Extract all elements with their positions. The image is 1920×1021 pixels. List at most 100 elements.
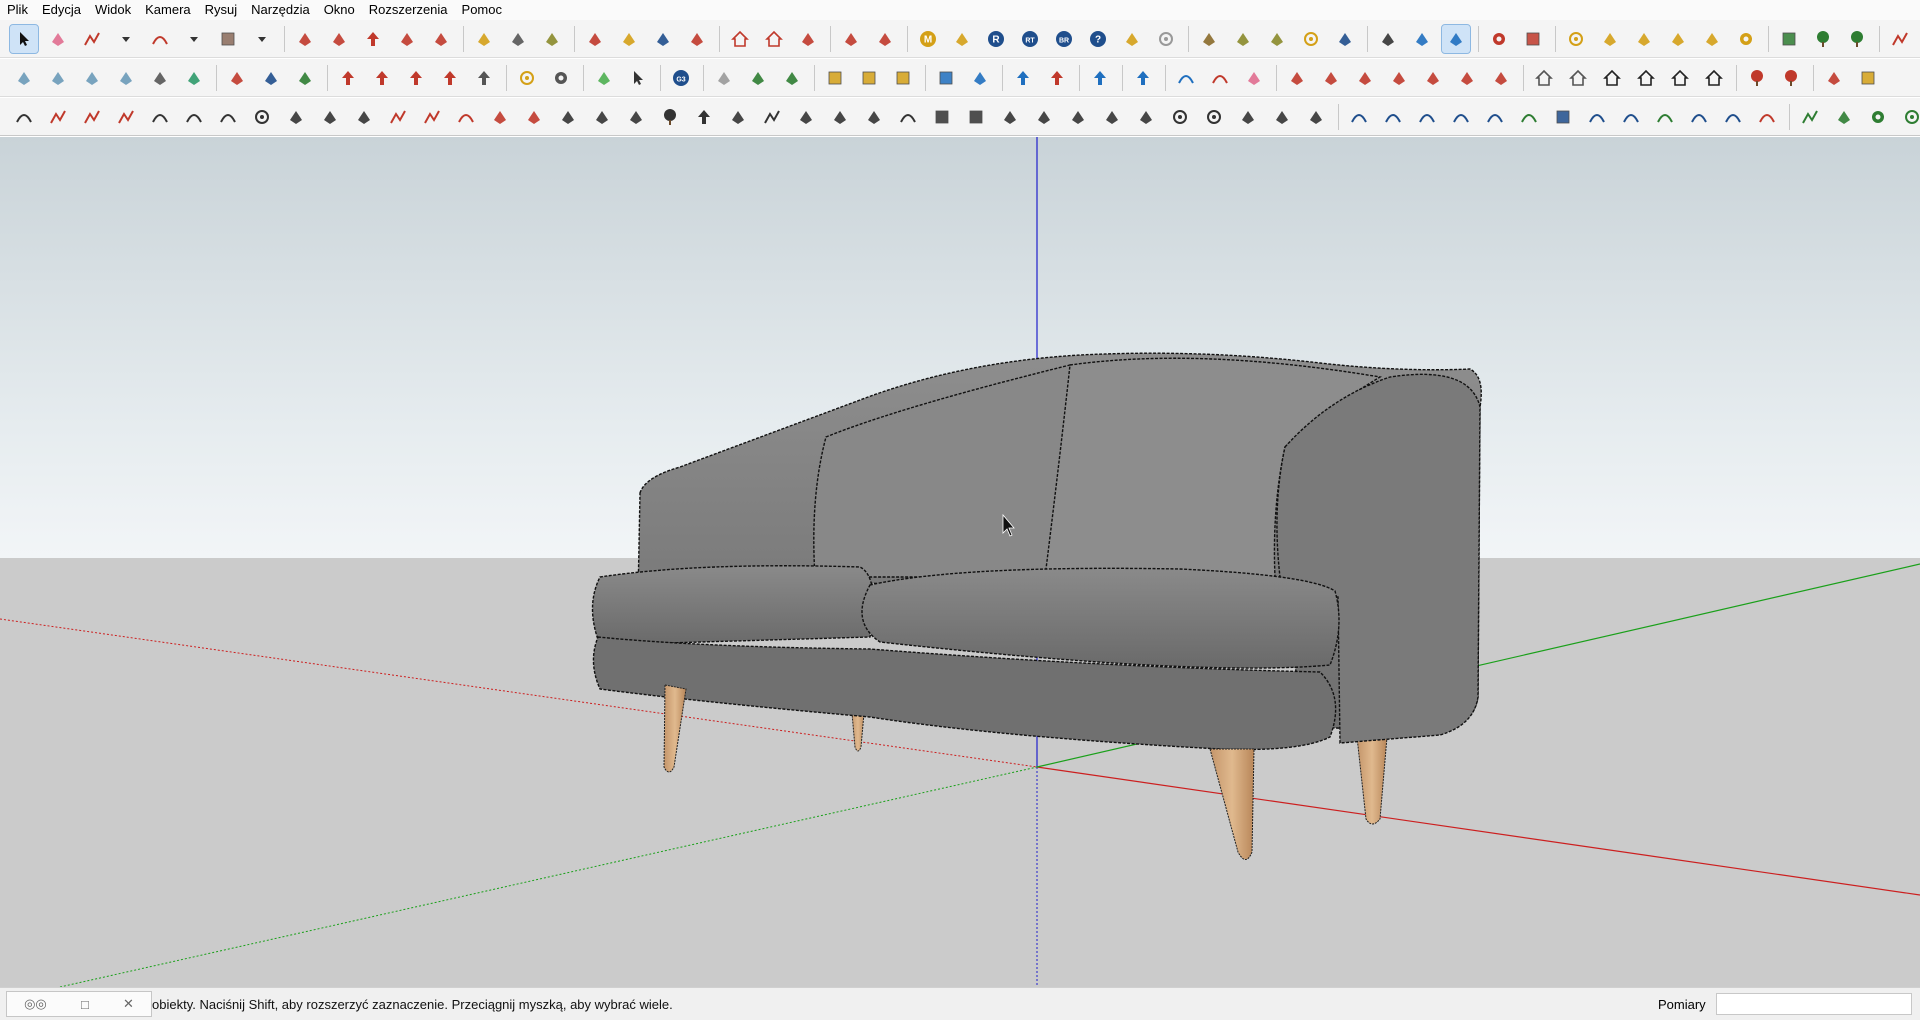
tag-button[interactable]	[948, 25, 976, 53]
box-button[interactable]	[821, 64, 849, 92]
measurements-input[interactable]	[1716, 993, 1912, 1015]
menu-okno[interactable]: Okno	[317, 0, 362, 20]
rotate-button[interactable]	[393, 25, 421, 53]
columns3-button[interactable]	[622, 103, 650, 131]
bend-button[interactable]	[316, 103, 344, 131]
section-button[interactable]	[1374, 25, 1402, 53]
flag-button[interactable]	[1630, 25, 1658, 53]
compass-button[interactable]	[513, 64, 541, 92]
g3-button[interactable]: G3	[667, 64, 695, 92]
plant2-button[interactable]	[1777, 64, 1805, 92]
dot-button[interactable]	[1562, 25, 1590, 53]
redo-curve-button[interactable]	[1206, 64, 1234, 92]
hand-button[interactable]	[1240, 64, 1268, 92]
wave2-button[interactable]	[1268, 103, 1296, 131]
geo-location-icon[interactable]: ◎◎	[24, 996, 47, 1012]
menu-plik[interactable]: Plik	[0, 0, 35, 20]
helix-button[interactable]	[214, 103, 242, 131]
arrow-tool3-button[interactable]	[402, 64, 430, 92]
cross-lines-button[interactable]	[112, 103, 140, 131]
arrow-tool4-button[interactable]	[436, 64, 464, 92]
panel-button[interactable]	[928, 103, 956, 131]
arc-green2-button[interactable]	[1651, 103, 1679, 131]
arc-red-button[interactable]	[1753, 103, 1781, 131]
tools-button[interactable]	[547, 64, 575, 92]
zoom-button[interactable]	[649, 25, 677, 53]
follow-me-button[interactable]	[325, 25, 353, 53]
record-button[interactable]	[837, 25, 865, 53]
frame-button[interactable]	[1854, 64, 1882, 92]
cursor-button[interactable]	[624, 64, 652, 92]
af-button[interactable]	[1487, 64, 1515, 92]
shell-button[interactable]	[710, 64, 738, 92]
eraser-button[interactable]	[44, 25, 72, 53]
tape-measure-button[interactable]	[470, 25, 498, 53]
br-button[interactable]: BR	[1050, 25, 1078, 53]
iso-view-button[interactable]	[10, 64, 38, 92]
tree-button[interactable]	[1809, 25, 1837, 53]
spiral-button[interactable]	[1583, 103, 1611, 131]
vray-button[interactable]	[871, 25, 899, 53]
slope-button[interactable]	[758, 103, 786, 131]
columns2-button[interactable]	[588, 103, 616, 131]
undo-curve-button[interactable]	[1172, 64, 1200, 92]
terrain-button[interactable]	[1229, 25, 1257, 53]
polyline-button[interactable]	[44, 103, 72, 131]
donut-button[interactable]	[248, 103, 276, 131]
nodes-button[interactable]	[744, 64, 772, 92]
key-button[interactable]	[1732, 25, 1760, 53]
solid-tool2-button[interactable]	[257, 64, 285, 92]
hatch3-button[interactable]	[1098, 103, 1126, 131]
door-button[interactable]	[1564, 64, 1592, 92]
tag2-button[interactable]	[1118, 25, 1146, 53]
zigzag-button[interactable]	[1796, 103, 1824, 131]
arch-button[interactable]	[894, 103, 922, 131]
cube-button[interactable]	[932, 64, 960, 92]
mesh-button[interactable]	[778, 64, 806, 92]
move-button[interactable]	[359, 25, 387, 53]
help-button[interactable]: ?	[1084, 25, 1112, 53]
rt-button[interactable]: RT	[1016, 25, 1044, 53]
plant-button[interactable]	[1743, 64, 1771, 92]
wave-button[interactable]	[1234, 103, 1262, 131]
bar-button[interactable]	[966, 64, 994, 92]
front-view-button[interactable]	[78, 64, 106, 92]
dome2-button[interactable]	[1698, 25, 1726, 53]
text-button[interactable]	[504, 25, 532, 53]
sofa-model[interactable]	[591, 352, 1482, 751]
house-button[interactable]	[1530, 64, 1558, 92]
dropdown-arrow-button[interactable]	[248, 25, 276, 53]
render-button[interactable]	[1441, 23, 1471, 54]
store-button[interactable]	[1632, 64, 1660, 92]
fork-button[interactable]	[792, 103, 820, 131]
arrow-left-tool-button[interactable]	[690, 103, 718, 131]
arc-tool-button[interactable]	[452, 103, 480, 131]
stair2-button[interactable]	[1317, 64, 1345, 92]
top-view-button[interactable]	[44, 64, 72, 92]
sphere-button[interactable]	[1152, 25, 1180, 53]
bezier4-button[interactable]	[1447, 103, 1475, 131]
fork2-button[interactable]	[826, 103, 854, 131]
bezier3-button[interactable]	[1413, 103, 1441, 131]
pan-button[interactable]	[615, 25, 643, 53]
square-button[interactable]	[1549, 103, 1577, 131]
ring-button[interactable]	[1166, 103, 1194, 131]
solid-tool3-button[interactable]	[291, 64, 319, 92]
menu-edycja[interactable]: Edycja	[35, 0, 88, 20]
stair-button[interactable]	[1283, 64, 1311, 92]
menu-narzedzia[interactable]: Narzędzia	[244, 0, 317, 20]
flag-tool-button[interactable]	[996, 103, 1024, 131]
circle-button[interactable]	[1898, 103, 1920, 131]
window-button[interactable]	[1775, 25, 1803, 53]
select-button[interactable]	[9, 23, 39, 54]
loop-button[interactable]	[180, 103, 208, 131]
box2-button[interactable]	[855, 64, 883, 92]
back-view-button[interactable]	[146, 64, 174, 92]
fillet-button[interactable]	[350, 103, 378, 131]
solid-tool-button[interactable]	[223, 64, 251, 92]
arrow-tool2-button[interactable]	[368, 64, 396, 92]
menu-rysuj[interactable]: Rysuj	[198, 0, 245, 20]
triangle-tool-button[interactable]	[520, 103, 548, 131]
an-button[interactable]	[1419, 64, 1447, 92]
spiral-gear-button[interactable]	[146, 103, 174, 131]
